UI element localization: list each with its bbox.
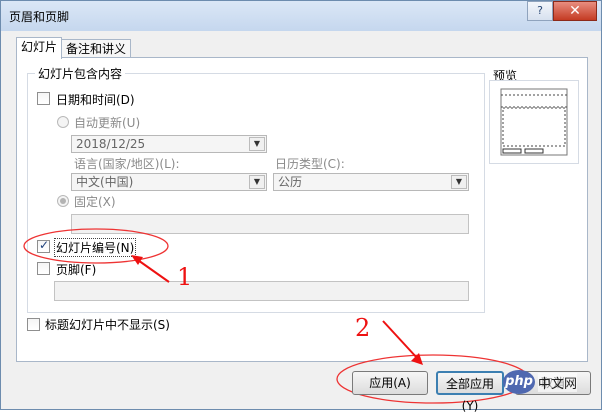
header-footer-dialog: 页眉和页脚 ? ✕ 幻灯片 备注和讲义 幻灯片包含内容 日期和时间(D) 自动更… — [0, 0, 602, 413]
annotation-1-label: 1 — [177, 263, 193, 291]
apply-all-button[interactable]: 全部应用(Y) — [436, 371, 504, 413]
php-logo: php — [503, 370, 535, 394]
watermark-site: 中文网 — [538, 373, 578, 392]
apply-button[interactable]: 应用(A) — [352, 371, 428, 395]
annotation-overlay — [23, 228, 530, 404]
tab-slide[interactable]: 幻灯片 — [16, 37, 63, 59]
annotation-2-label: 2 — [355, 314, 371, 342]
